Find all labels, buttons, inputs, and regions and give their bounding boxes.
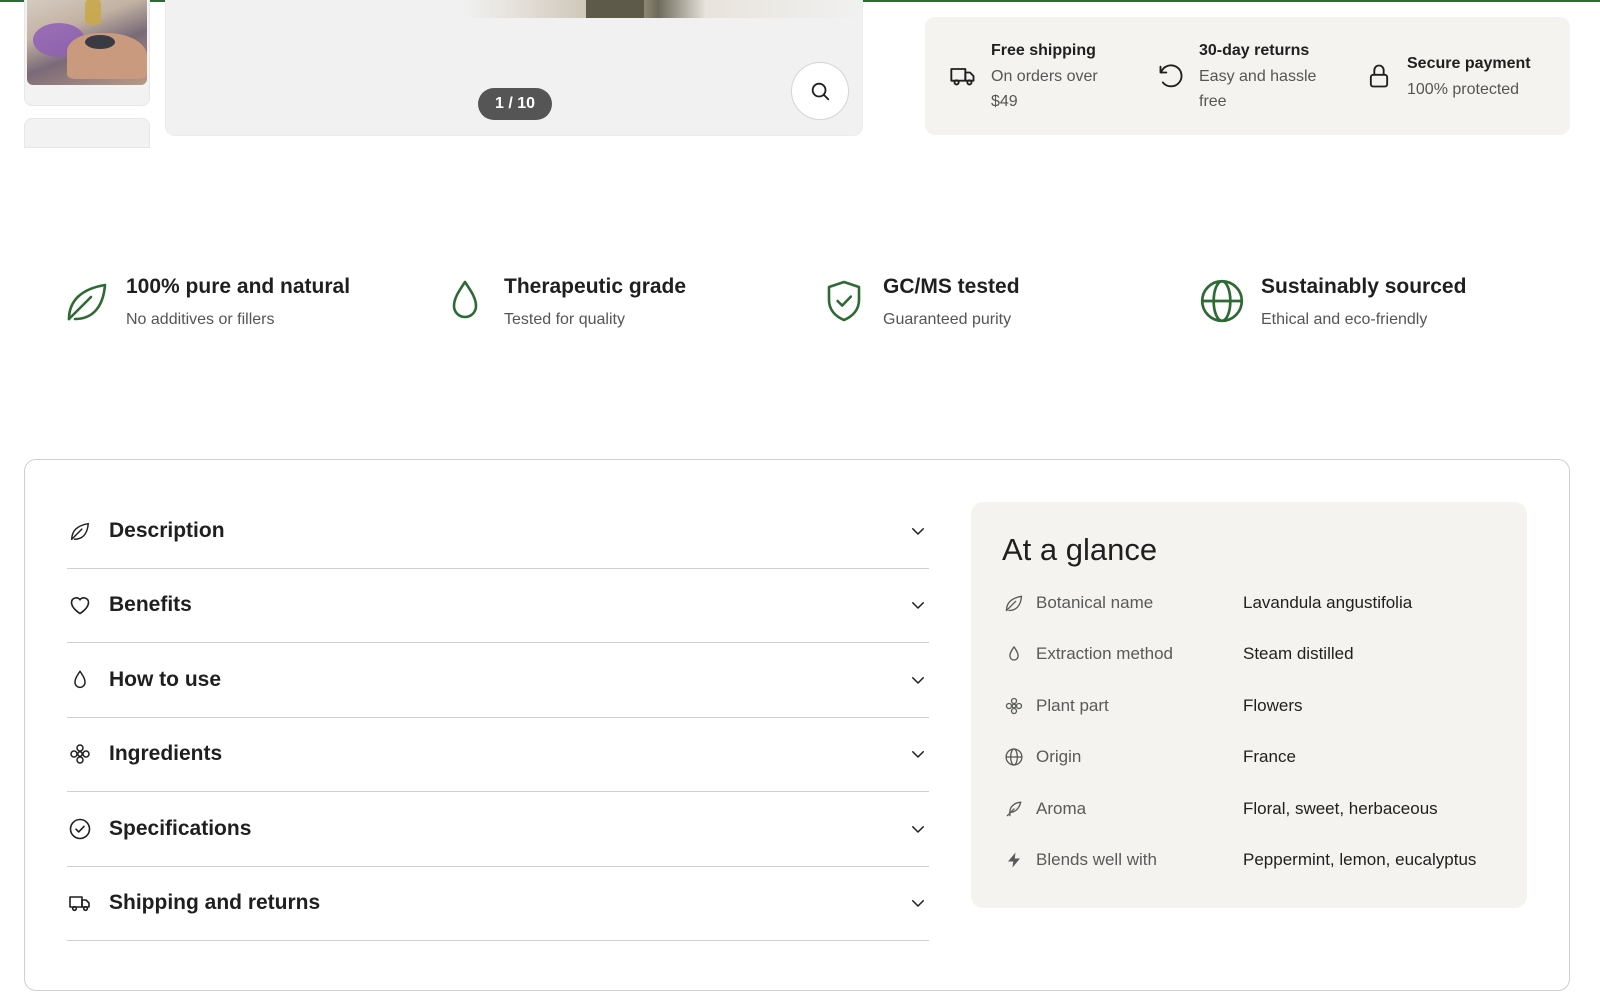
glance-value: Flowers: [1243, 696, 1303, 715]
leaf-icon: [1003, 592, 1025, 614]
massage-photo-thumbnail: [27, 0, 147, 85]
feature-subtitle: Tested for quality: [504, 311, 625, 328]
assurance-title: 30-day returns: [1199, 42, 1310, 59]
product-photo-edge: [466, 0, 862, 18]
feather-icon: [1003, 798, 1025, 820]
thumbnail-2[interactable]: [24, 118, 150, 148]
feature-gcms-tested: GC/MS tested Guaranteed purity: [817, 272, 1020, 342]
glance-label: Origin: [1036, 747, 1082, 766]
check-circle-icon: [67, 816, 93, 842]
feature-title: 100% pure and natural: [126, 275, 351, 298]
chevron-down-icon: [909, 596, 927, 614]
glance-row-plant-part: Plant part Flowers: [1003, 691, 1523, 721]
feature-title: GC/MS tested: [883, 275, 1020, 298]
feature-sustainably-sourced: Sustainably sourced Ethical and eco-frie…: [1195, 272, 1466, 342]
thumbnail-strip: [24, 0, 150, 148]
accordion-how-to-use[interactable]: How to use: [67, 643, 929, 718]
assurance-title: Secure payment: [1407, 54, 1531, 72]
accordion-specifications[interactable]: Specifications: [67, 792, 929, 867]
feature-subtitle: Guaranteed purity: [883, 311, 1012, 328]
assurance-returns: 30-day returns Easy and hassle free: [1155, 17, 1316, 135]
thumbnail-1[interactable]: [24, 0, 150, 106]
zap-icon: [1003, 849, 1025, 871]
search-icon: [809, 80, 831, 102]
accordion-shipping-returns[interactable]: Shipping and returns: [67, 867, 929, 941]
product-details-card: Description Benefits How to use Ingredie…: [24, 459, 1570, 991]
assurance-subtitle-2: $49: [991, 93, 1018, 110]
assurance-subtitle: On orders over: [991, 68, 1098, 85]
glance-value: Peppermint, lemon, eucalyptus: [1243, 850, 1477, 869]
rotate-ccw-icon: [1155, 60, 1187, 92]
glance-row-blends-well-with: Blends well with Peppermint, lemon, euca…: [1003, 845, 1523, 875]
assurance-subtitle: Easy and hassle: [1199, 68, 1317, 85]
at-a-glance-panel: At a glance Botanical name Lavandula ang…: [971, 502, 1527, 908]
droplet-icon: [1003, 643, 1025, 665]
assurance-subtitle: 100% protected: [1407, 80, 1520, 98]
accordion-benefits[interactable]: Benefits: [67, 569, 929, 643]
flower-icon: [1003, 695, 1025, 717]
glance-label: Extraction method: [1036, 644, 1174, 663]
image-counter: 1 / 10: [478, 88, 552, 120]
accordion-ingredients[interactable]: Ingredients: [67, 718, 929, 792]
chevron-down-icon: [909, 894, 927, 912]
flower-icon: [67, 741, 93, 767]
glance-title: At a glance: [1002, 532, 1158, 567]
droplet-icon: [438, 274, 492, 328]
glance-label: Aroma: [1036, 799, 1087, 818]
main-product-image[interactable]: 1 / 10: [165, 0, 863, 136]
feature-subtitle: Ethical and eco-friendly: [1261, 311, 1428, 328]
truck-icon: [67, 890, 93, 916]
chevron-down-icon: [909, 820, 927, 838]
feature-subtitle: No additives or fillers: [126, 311, 275, 328]
assurance-subtitle-2: free: [1199, 93, 1227, 110]
assurance-panel: Free shipping On orders over $49 30-day …: [925, 17, 1570, 135]
chevron-down-icon: [909, 745, 927, 763]
accordion-label: Description: [109, 518, 225, 542]
accordion-label: Shipping and returns: [109, 891, 321, 915]
accordion-label: Benefits: [109, 593, 192, 617]
shield-check-icon: [817, 274, 871, 328]
glance-row-extraction-method: Extraction method Steam distilled: [1003, 639, 1523, 669]
droplet-icon: [67, 667, 93, 693]
glance-row-aroma: Aroma Floral, sweet, herbaceous: [1003, 794, 1523, 824]
glance-value: Floral, sweet, herbaceous: [1243, 799, 1438, 818]
assurance-free-shipping: Free shipping On orders over $49: [947, 17, 1098, 135]
lock-icon: [1363, 60, 1395, 92]
chevron-down-icon: [909, 671, 927, 689]
zoom-button[interactable]: [791, 62, 849, 120]
feature-therapeutic-grade: Therapeutic grade Tested for quality: [438, 272, 686, 342]
glance-row-botanical-name: Botanical name Lavandula angustifolia: [1003, 588, 1523, 618]
glance-label: Botanical name: [1036, 593, 1154, 612]
accordion-label: How to use: [109, 667, 222, 691]
details-accordion: Description Benefits How to use Ingredie…: [67, 494, 929, 941]
truck-icon: [947, 60, 979, 92]
product-photo-edge-dark: [586, 0, 644, 18]
globe-icon: [1195, 274, 1249, 328]
glance-row-origin: Origin France: [1003, 742, 1523, 772]
feature-title: Therapeutic grade: [504, 275, 687, 298]
accordion-description[interactable]: Description: [67, 494, 929, 569]
accordion-label: Ingredients: [109, 742, 223, 766]
feature-title: Sustainably sourced: [1261, 275, 1467, 298]
leaf-icon: [60, 274, 114, 328]
assurance-secure-payment: Secure payment 100% protected: [1363, 17, 1531, 135]
chevron-down-icon: [909, 522, 927, 540]
glance-label: Blends well with: [1036, 850, 1157, 869]
glance-label: Plant part: [1036, 696, 1109, 715]
glance-value: Lavandula angustifolia: [1243, 593, 1413, 612]
leaf-icon: [67, 518, 93, 544]
glance-value: France: [1243, 747, 1296, 766]
globe-icon: [1003, 746, 1025, 768]
heart-icon: [67, 592, 93, 618]
feature-pure-natural: 100% pure and natural No additives or fi…: [60, 272, 350, 342]
assurance-title: Free shipping: [991, 42, 1096, 59]
glance-value: Steam distilled: [1243, 644, 1354, 663]
accordion-label: Specifications: [109, 816, 252, 840]
